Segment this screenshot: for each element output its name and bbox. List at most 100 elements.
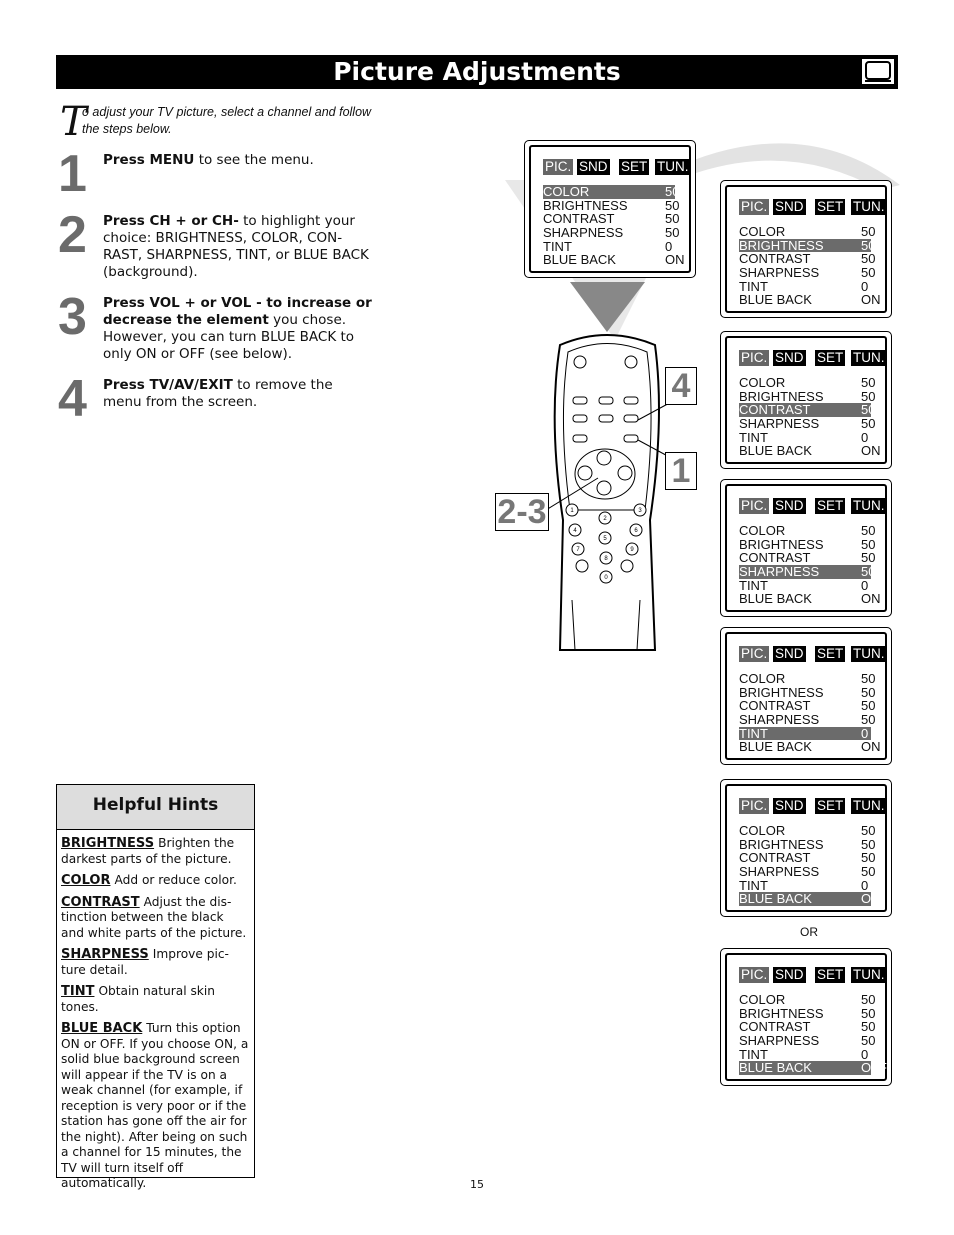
menu-row-value: 50 xyxy=(861,1033,876,1049)
menu-row: CONTRAST 50 xyxy=(739,252,875,266)
menu-tab: PIC. xyxy=(739,199,770,215)
menu-row-value: 0 xyxy=(861,725,869,741)
menu-row-label: BLUE BACK xyxy=(739,739,812,755)
osd-menu-2: PIC. SND SET TUN. COLOR 50 BRIGHTNESS 50 CONTRAS… xyxy=(720,180,892,318)
menu-row: COLOR 50 xyxy=(739,225,875,239)
menu-tab: SND xyxy=(773,350,806,366)
step-bold: Press CH + or CH- xyxy=(103,213,239,229)
vol-up-button xyxy=(617,465,633,481)
ch-down-button xyxy=(596,480,612,496)
menu-row-value: 50 xyxy=(861,536,876,552)
menu-row-value: 50 xyxy=(861,671,876,686)
menu-row-highlighted: CONTRAST 50 xyxy=(739,403,875,418)
menu-row-value: 0 xyxy=(861,877,869,893)
menu-row-highlighted: BLUE BACK OFF xyxy=(739,1061,887,1076)
hint-term: CONTRAST xyxy=(61,894,140,910)
menu-row-highlighted: BLUE BACK ON xyxy=(739,891,881,907)
menu-row: CONTRAST 50 xyxy=(739,699,875,713)
intro-text: o adjust your TV picture, select a chann… xyxy=(82,105,372,136)
step-number: 3 xyxy=(58,288,87,346)
menu-tab: PIC. xyxy=(739,350,770,366)
menu-row-highlighted: SHARPNESS 50 xyxy=(739,565,875,579)
menu-tab: SET xyxy=(619,159,650,175)
mute-button xyxy=(624,355,638,369)
or-label: OR xyxy=(800,925,818,939)
menu-row: SHARPNESS 50 xyxy=(739,1034,875,1048)
menu-row: CONTRAST 50 xyxy=(739,1020,875,1034)
menu-row-value: 50 xyxy=(861,523,876,538)
step-number: 1 xyxy=(58,145,87,203)
callout-step-4: 4 xyxy=(665,367,697,405)
menu-row: BLUE BACK ON xyxy=(739,739,881,755)
menu-tab: SND xyxy=(773,646,806,662)
menu-row-label: BLUE BACK xyxy=(739,443,812,459)
menu-tab: SND xyxy=(773,798,806,814)
menu-tab: TUN. xyxy=(655,159,691,175)
menu-row-label: BLUE BACK xyxy=(739,891,812,907)
step-number: 2 xyxy=(58,206,87,264)
menu-row: BRIGHTNESS 50 xyxy=(739,537,875,552)
menu-row: SHARPNESS 50 xyxy=(543,226,679,240)
menu-row-value: ON xyxy=(861,739,881,755)
menu-row-value: 50 xyxy=(861,388,876,404)
menu-row-value: 0 xyxy=(861,429,869,445)
mts-button xyxy=(598,414,614,423)
hint-item: COLOR Add or reduce color. xyxy=(61,873,250,889)
menu-row: SHARPNESS 50 xyxy=(739,713,875,727)
menu-tab: SET xyxy=(815,646,846,662)
menu-tab: SND xyxy=(773,967,806,983)
menu-row-value: 50 xyxy=(861,698,876,714)
menu-row-value: ON xyxy=(665,252,685,268)
menu-tab: SET xyxy=(815,967,846,983)
menu-row: COLOR 50 xyxy=(739,376,875,390)
menu-row-value: 0 xyxy=(861,577,869,593)
menu-row-value: 50 xyxy=(665,211,680,227)
osd-menu-3: PIC. SND SET TUN. COLOR 50 BRIGHTNESS 50 CONTRAS… xyxy=(720,331,892,469)
step-bold: Press TV/AV/EXIT xyxy=(103,377,233,393)
osd-menu-1: PIC. SND SET TUN. COLOR 50 BRIGHTNESS 50 CONTRAS… xyxy=(524,140,696,278)
menu-row: BRIGHTNESS 50 xyxy=(543,198,679,213)
menu-row: BLUE BACK ON xyxy=(739,592,881,606)
menu-row-value: 50 xyxy=(861,684,876,700)
menu-row: CONTRAST 50 xyxy=(739,551,875,565)
pointer-triangle xyxy=(570,282,645,332)
menu-row-value: 50 xyxy=(665,225,680,241)
hint-term: COLOR xyxy=(61,873,111,888)
menu-row-value: 50 xyxy=(861,375,876,390)
menu-row: BRIGHTNESS 50 xyxy=(739,685,875,700)
helpful-hints-box: Helpful Hints BRIGHTNESS Brighten the dar… xyxy=(56,784,255,1190)
menu-row-value: 50 xyxy=(861,550,876,566)
ch-up-button xyxy=(596,450,612,466)
menu-tab: TUN. xyxy=(851,199,887,215)
menu-row-label: BLUE BACK xyxy=(739,292,812,308)
hint-text: Add or reduce color. xyxy=(114,873,237,887)
callout-step-1: 1 xyxy=(665,452,697,490)
menu-tab: TUN. xyxy=(851,967,887,983)
menu-row: COLOR 50 xyxy=(739,824,875,838)
hint-term: TINT xyxy=(61,984,95,999)
hints-title: Helpful Hints xyxy=(57,785,254,830)
hint-item: TINT Obtain natural skin tones. xyxy=(61,984,250,1015)
menu-row: TINT 0 xyxy=(739,577,871,593)
menu-tab: SND xyxy=(577,159,610,175)
menu-tab: SND xyxy=(773,199,806,215)
hint-term: BRIGHTNESS xyxy=(61,836,155,851)
menu-row-value: 50 xyxy=(861,836,876,852)
menu-row: BLUE BACK ON xyxy=(739,292,881,308)
osd-menu-5: PIC. SND SET TUN. COLOR 50 BRIGHTNESS 50 CONTRAS… xyxy=(720,627,892,765)
osd-menu-4: PIC. SND SET TUN. COLOR 50 BRIGHTNESS 50 CONTRAS… xyxy=(720,479,892,617)
step-number: 4 xyxy=(58,370,87,428)
hint-item: BLUE BACK Turn this option ON or OFF. If … xyxy=(61,1021,250,1192)
menu-row-value: ON xyxy=(861,443,881,459)
menu-row: COLOR 50 xyxy=(739,524,875,538)
hints-body: BRIGHTNESS Brighten the darkest parts of … xyxy=(57,830,254,1192)
page-number: 15 xyxy=(470,1178,484,1191)
menu-row-value: 50 xyxy=(861,416,876,432)
call-button xyxy=(598,396,614,405)
exit-menu-button xyxy=(623,434,639,443)
bookmark-button xyxy=(623,396,639,405)
page-title: Picture Adjustments xyxy=(333,57,621,86)
step-bold: Press MENU xyxy=(103,152,195,168)
menu-row-value: 50 xyxy=(861,1019,876,1035)
menu-row: BRIGHTNESS 50 xyxy=(739,837,875,852)
